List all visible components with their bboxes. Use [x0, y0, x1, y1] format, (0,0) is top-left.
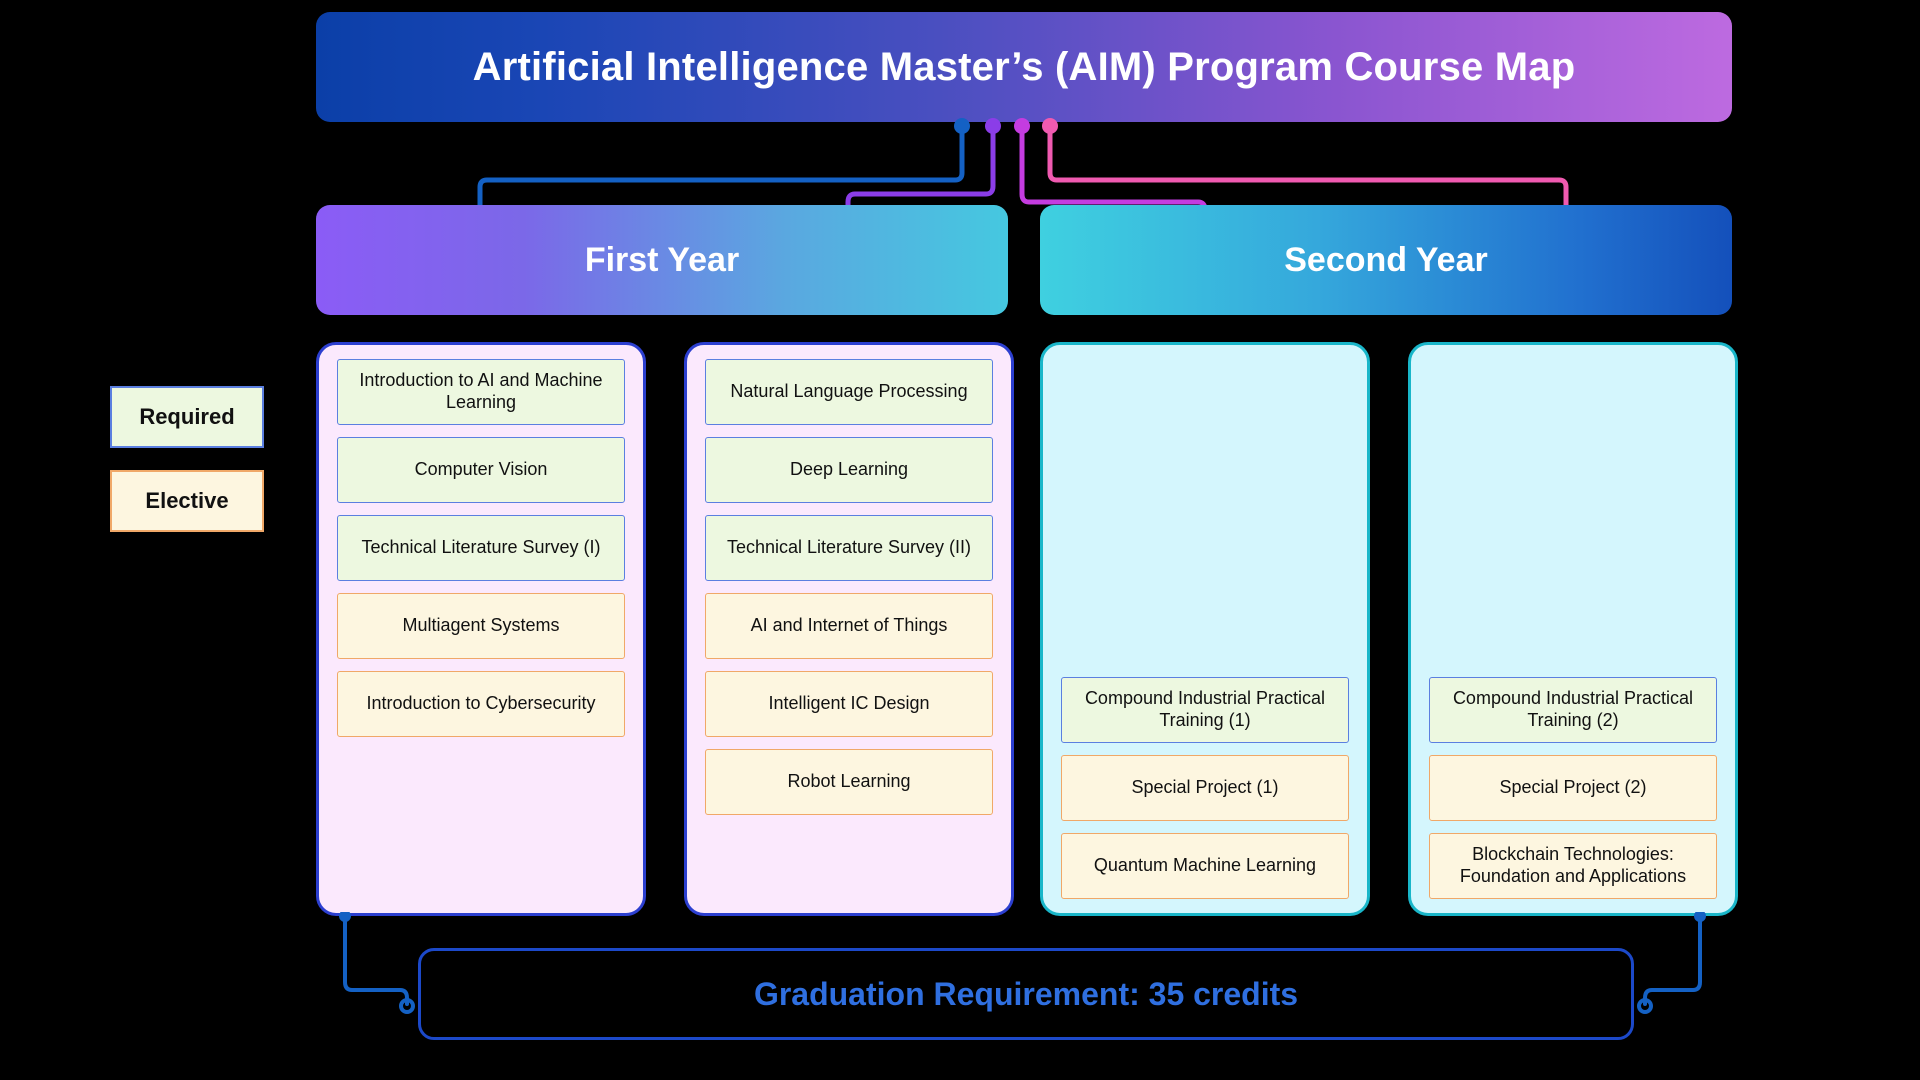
- course-panel-year1-col1: Introduction to AI and Machine Learning C…: [316, 342, 646, 916]
- course-box[interactable]: Compound Industrial Practical Training (…: [1429, 677, 1717, 743]
- legend-required-label: Required: [139, 404, 235, 429]
- year-header-first: First Year: [316, 205, 1008, 315]
- course-box[interactable]: Deep Learning: [705, 437, 993, 503]
- year-header-second: Second Year: [1040, 205, 1732, 315]
- course-box[interactable]: Technical Literature Survey (II): [705, 515, 993, 581]
- course-box[interactable]: Intelligent IC Design: [705, 671, 993, 737]
- legend-elective: Elective: [110, 470, 264, 532]
- course-box[interactable]: Multiagent Systems: [337, 593, 625, 659]
- course-box[interactable]: Robot Learning: [705, 749, 993, 815]
- year-label: Second Year: [1284, 240, 1488, 279]
- course-map-diagram: Artificial Intelligence Master’s (AIM) P…: [0, 0, 1920, 1080]
- course-box[interactable]: Special Project (1): [1061, 755, 1349, 821]
- course-box[interactable]: Quantum Machine Learning: [1061, 833, 1349, 899]
- course-panel-year1-col2: Natural Language Processing Deep Learning…: [684, 342, 1014, 916]
- course-box[interactable]: Compound Industrial Practical Training (…: [1061, 677, 1349, 743]
- course-box[interactable]: Technical Literature Survey (I): [337, 515, 625, 581]
- course-box[interactable]: Special Project (2): [1429, 755, 1717, 821]
- legend-elective-label: Elective: [145, 488, 229, 513]
- page-title: Artificial Intelligence Master’s (AIM) P…: [472, 44, 1576, 89]
- course-box[interactable]: Natural Language Processing: [705, 359, 993, 425]
- course-box[interactable]: Computer Vision: [337, 437, 625, 503]
- course-panel-year2-col1: Compound Industrial Practical Training (…: [1040, 342, 1370, 916]
- course-panel-year2-col2: Compound Industrial Practical Training (…: [1408, 342, 1738, 916]
- program-title-banner: Artificial Intelligence Master’s (AIM) P…: [316, 12, 1732, 122]
- course-box[interactable]: Blockchain Technologies: Foundation and …: [1429, 833, 1717, 899]
- graduation-requirement-box: Graduation Requirement: 35 credits: [418, 948, 1634, 1040]
- legend-required: Required: [110, 386, 264, 448]
- course-box[interactable]: Introduction to Cybersecurity: [337, 671, 625, 737]
- course-box[interactable]: Introduction to AI and Machine Learning: [337, 359, 625, 425]
- top-connector-lines: [470, 118, 1576, 218]
- graduation-requirement-text: Graduation Requirement: 35 credits: [753, 975, 1299, 1012]
- year-label: First Year: [584, 240, 740, 279]
- course-box[interactable]: AI and Internet of Things: [705, 593, 993, 659]
